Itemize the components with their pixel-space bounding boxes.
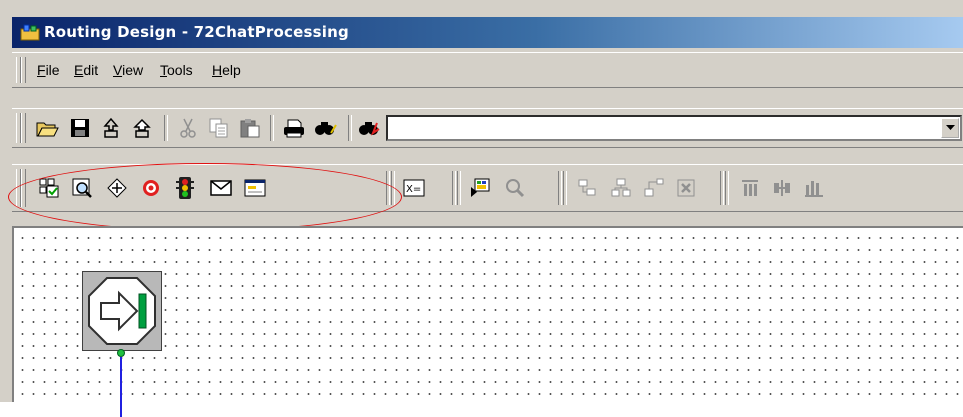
design-toolbar: X= [12,164,963,212]
search-disabled-icon[interactable] [502,175,528,201]
export-icon[interactable] [129,115,155,141]
zoom-icon[interactable] [69,175,95,201]
standard-toolbar [12,108,963,148]
connection-port[interactable] [117,349,125,357]
entry-point-icon [88,277,156,345]
traffic-light-icon[interactable] [172,175,198,201]
menu-edit[interactable]: Edit [74,62,98,78]
branch-icon[interactable] [641,175,667,201]
design-canvas[interactable] [12,226,963,417]
envelope-icon[interactable] [208,175,234,201]
connection-line [120,357,122,417]
find-icon[interactable] [312,115,338,141]
entry-point-node[interactable] [82,271,162,351]
variable-icon[interactable]: X= [401,175,427,201]
window-title: Routing Design - 72ChatProcessing [44,23,349,41]
svg-text:X=: X= [406,184,421,195]
application-window: Routing Design - 72ChatProcessing File E… [0,0,963,417]
paste-icon[interactable] [237,115,263,141]
menu-help[interactable]: Help [212,62,241,78]
menu-file[interactable]: File [37,62,60,78]
cut-icon[interactable] [175,115,201,141]
copy-icon[interactable] [206,115,232,141]
align-icon[interactable] [575,175,601,201]
find-next-icon[interactable] [356,115,382,141]
print-icon[interactable] [281,115,307,141]
title-bar[interactable]: Routing Design - 72ChatProcessing [12,17,963,48]
bars-icon[interactable] [801,175,827,201]
connect-icon[interactable] [608,175,634,201]
object-icon[interactable] [468,175,494,201]
route-icon[interactable] [104,175,130,201]
open-folder-icon[interactable] [34,115,60,141]
menu-bar: File Edit View Tools Help [12,52,963,88]
search-combo[interactable] [386,115,962,141]
menu-tools[interactable]: Tools [160,62,193,78]
delete-icon[interactable] [673,175,699,201]
form-icon[interactable] [242,175,268,201]
combo-dropdown-button[interactable] [941,118,959,138]
save-disk-icon[interactable] [67,115,93,141]
menu-view[interactable]: View [113,62,143,78]
column-icon[interactable] [737,175,763,201]
checklist-icon[interactable] [36,175,62,201]
target-icon[interactable] [138,175,164,201]
split-icon[interactable] [769,175,795,201]
import-icon[interactable] [98,115,124,141]
routing-app-icon [20,24,40,41]
